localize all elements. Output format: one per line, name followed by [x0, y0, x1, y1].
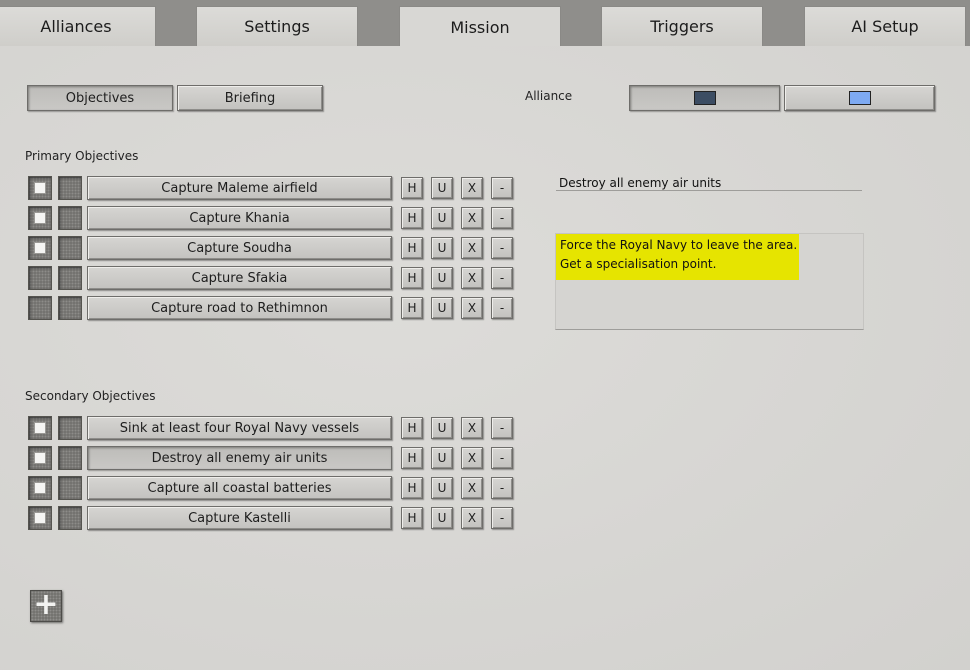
add-objective-button[interactable]: + — [30, 590, 62, 622]
objective-toggle[interactable] — [58, 476, 82, 500]
objective-toggle[interactable] — [58, 506, 82, 530]
objective-u-button[interactable]: U — [431, 237, 453, 259]
checkbox-mark — [34, 422, 46, 434]
objective-x-button[interactable]: X — [461, 207, 483, 229]
briefing-subtab[interactable]: Briefing — [177, 85, 323, 111]
objective-button-selected[interactable]: Destroy all enemy air units — [87, 446, 392, 470]
objective-x-button[interactable]: X — [461, 417, 483, 439]
tab-ai-setup[interactable]: AI Setup — [804, 6, 966, 46]
objective-u-button[interactable]: U — [431, 297, 453, 319]
objective-toggle[interactable] — [58, 296, 82, 320]
objective-checkbox[interactable] — [28, 296, 52, 320]
objective-x-button[interactable]: X — [461, 447, 483, 469]
objective-button[interactable]: Capture Maleme airfield — [87, 176, 392, 200]
secondary-objectives-title: Secondary Objectives — [25, 389, 156, 403]
tab-settings[interactable]: Settings — [196, 6, 358, 46]
objective-button[interactable]: Capture Soudha — [87, 236, 392, 260]
objective-x-button[interactable]: X — [461, 477, 483, 499]
objective-h-button[interactable]: H — [401, 297, 423, 319]
description-line: Get a specialisation point. — [560, 257, 717, 271]
objective-toggle[interactable] — [58, 206, 82, 230]
objective-remove-button[interactable]: - — [491, 177, 513, 199]
objective-h-button[interactable]: H — [401, 177, 423, 199]
objective-checkbox[interactable] — [28, 206, 52, 230]
checkbox-mark — [34, 242, 46, 254]
objective-button[interactable]: Capture Kastelli — [87, 506, 392, 530]
objective-remove-button[interactable]: - — [491, 507, 513, 529]
tab-alliances[interactable]: Alliances — [0, 6, 156, 46]
objective-u-button[interactable]: U — [431, 267, 453, 289]
checkbox-mark — [34, 452, 46, 464]
objective-h-button[interactable]: H — [401, 417, 423, 439]
alliance-button-1[interactable] — [629, 85, 780, 111]
objective-remove-button[interactable]: - — [491, 477, 513, 499]
objective-u-button[interactable]: U — [431, 417, 453, 439]
objective-h-button[interactable]: H — [401, 207, 423, 229]
objectives-subtab[interactable]: Objectives — [27, 85, 173, 111]
objective-toggle[interactable] — [58, 266, 82, 290]
objective-button[interactable]: Capture Sfakia — [87, 266, 392, 290]
objective-u-button[interactable]: U — [431, 207, 453, 229]
objective-u-button[interactable]: U — [431, 177, 453, 199]
alliance-label: Alliance — [525, 89, 573, 103]
objective-checkbox[interactable] — [28, 446, 52, 470]
objective-toggle[interactable] — [58, 446, 82, 470]
objective-button[interactable]: Sink at least four Royal Navy vessels — [87, 416, 392, 440]
alliance-color-swatch — [693, 91, 716, 105]
objective-checkbox[interactable] — [28, 506, 52, 530]
objective-u-button[interactable]: U — [431, 507, 453, 529]
objective-toggle[interactable] — [58, 416, 82, 440]
alliance-button-2[interactable] — [784, 85, 935, 111]
description-line: Force the Royal Navy to leave the area. — [560, 238, 798, 252]
plus-icon: + — [33, 587, 59, 622]
objective-h-button[interactable]: H — [401, 477, 423, 499]
checkbox-mark — [34, 512, 46, 524]
tab-bar: Alliances Settings Mission Triggers AI S… — [0, 0, 970, 47]
objective-u-button[interactable]: U — [431, 447, 453, 469]
objective-checkbox[interactable] — [28, 416, 52, 440]
objective-u-button[interactable]: U — [431, 477, 453, 499]
objective-checkbox[interactable] — [28, 236, 52, 260]
objective-h-button[interactable]: H — [401, 267, 423, 289]
checkbox-mark — [34, 482, 46, 494]
objective-checkbox[interactable] — [28, 176, 52, 200]
objective-x-button[interactable]: X — [461, 507, 483, 529]
objective-x-button[interactable]: X — [461, 297, 483, 319]
objective-button[interactable]: Capture road to Rethimnon — [87, 296, 392, 320]
objective-h-button[interactable]: H — [401, 507, 423, 529]
checkbox-mark — [34, 182, 46, 194]
objective-x-button[interactable]: X — [461, 237, 483, 259]
objective-toggle[interactable] — [58, 236, 82, 260]
objective-h-button[interactable]: H — [401, 237, 423, 259]
tab-triggers[interactable]: Triggers — [601, 6, 763, 46]
objective-x-button[interactable]: X — [461, 267, 483, 289]
objective-remove-button[interactable]: - — [491, 417, 513, 439]
objective-checkbox[interactable] — [28, 476, 52, 500]
objective-x-button[interactable]: X — [461, 177, 483, 199]
objective-h-button[interactable]: H — [401, 447, 423, 469]
objective-button[interactable]: Capture all coastal batteries — [87, 476, 392, 500]
objective-checkbox[interactable] — [28, 266, 52, 290]
objective-name-field[interactable]: Destroy all enemy air units — [556, 175, 862, 191]
objective-remove-button[interactable]: - — [491, 237, 513, 259]
tab-mission[interactable]: Mission — [399, 6, 561, 47]
objective-remove-button[interactable]: - — [491, 297, 513, 319]
mission-panel — [0, 46, 970, 670]
primary-objectives-title: Primary Objectives — [25, 149, 139, 163]
objective-toggle[interactable] — [58, 176, 82, 200]
objective-button[interactable]: Capture Khania — [87, 206, 392, 230]
objective-remove-button[interactable]: - — [491, 207, 513, 229]
objective-remove-button[interactable]: - — [491, 447, 513, 469]
objective-remove-button[interactable]: - — [491, 267, 513, 289]
alliance-color-swatch — [848, 91, 871, 105]
checkbox-mark — [34, 212, 46, 224]
